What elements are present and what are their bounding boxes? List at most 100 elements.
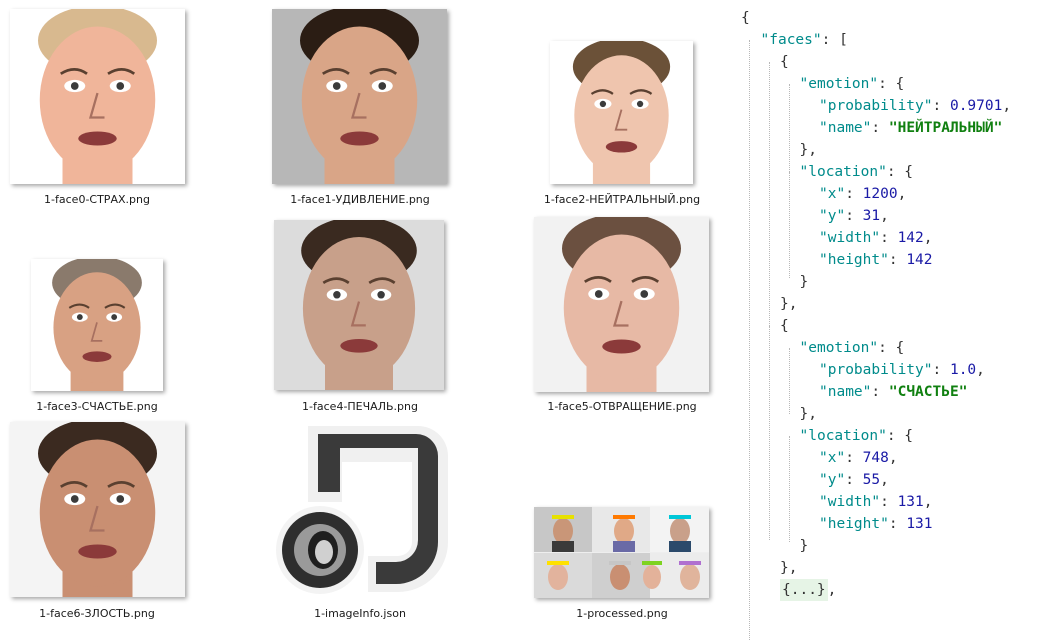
json-token: } <box>799 274 809 290</box>
json-line: { <box>741 7 750 29</box>
json-token: 142 <box>906 252 933 268</box>
json-token: }, <box>780 296 798 312</box>
json-token: : <box>888 252 907 268</box>
json-token: : <box>880 230 898 246</box>
json-line: "height": 142 <box>819 249 933 271</box>
face-thumbnail <box>274 220 444 390</box>
file-name: 1-face3-СЧАСТЬЕ.png <box>36 400 158 413</box>
json-token: "y" <box>819 208 846 224</box>
file-item[interactable] <box>534 507 709 598</box>
json-line: "emotion": { <box>800 337 905 359</box>
json-line: }, <box>780 293 797 315</box>
json-token: "location" <box>799 428 887 444</box>
json-token: 31 <box>862 208 881 224</box>
collapsed-object-toggle[interactable]: {...} <box>780 579 828 601</box>
file-item[interactable] <box>31 259 163 391</box>
json-line: }, <box>780 557 797 579</box>
json-line: }, <box>800 403 817 425</box>
json-token: "width" <box>819 230 881 246</box>
json-token: "width" <box>819 494 881 510</box>
json-token: : { <box>886 428 914 444</box>
json-token: : <box>880 494 898 510</box>
json-line: "x": 748, <box>819 447 898 469</box>
json-token: 131 <box>897 494 924 510</box>
json-token: 142 <box>897 230 924 246</box>
json-token: "name" <box>819 120 872 136</box>
file-name: 1-face2-НЕЙТРАЛЬНЫЙ.png <box>543 193 701 206</box>
json-token: "y" <box>819 472 846 488</box>
json-line: "location": { <box>800 425 914 447</box>
json-line: "location": { <box>800 161 914 183</box>
indent-guide <box>769 326 770 540</box>
file-item[interactable] <box>550 41 693 184</box>
json-token: 55 <box>862 472 881 488</box>
json-token: "emotion" <box>799 340 879 356</box>
file-item[interactable] <box>268 422 458 600</box>
json-token: "СЧАСТЬЕ" <box>888 384 968 400</box>
json-line: "x": 1200, <box>819 183 906 205</box>
json-token: "probability" <box>819 362 933 378</box>
face-thumbnail <box>534 217 709 392</box>
json-token: : { <box>886 164 914 180</box>
json-token: "location" <box>799 164 887 180</box>
json-token: "probability" <box>819 98 933 114</box>
json-token: "name" <box>819 384 872 400</box>
json-token: : <box>845 450 863 466</box>
indent-guide <box>769 62 770 330</box>
json-file-icon <box>268 422 458 600</box>
json-token: }, <box>799 142 817 158</box>
json-line: "name": "НЕЙТРАЛЬНЫЙ" <box>819 117 1002 139</box>
file-item[interactable] <box>534 217 709 392</box>
indent-guide <box>749 40 750 640</box>
json-token: "faces" <box>760 32 822 48</box>
indent-guide <box>789 436 790 542</box>
json-token: , <box>897 186 907 202</box>
json-line: } <box>800 535 809 557</box>
json-line: "y": 31, <box>819 205 889 227</box>
json-token: "emotion" <box>799 76 879 92</box>
json-token: { <box>780 54 789 70</box>
json-token: : <box>932 362 950 378</box>
json-token: 748 <box>862 450 889 466</box>
json-line: "width": 142, <box>819 227 933 249</box>
json-line: { <box>780 51 789 73</box>
json-token: "x" <box>819 450 846 466</box>
json-viewer: {"faces": [{"emotion": {"probability": 0… <box>725 0 1045 640</box>
face-thumbnail <box>272 9 447 184</box>
file-item[interactable] <box>272 9 447 184</box>
json-token: "height" <box>819 252 889 268</box>
json-token: : <box>845 472 863 488</box>
json-token: : <box>888 516 907 532</box>
face-thumbnail <box>10 9 185 184</box>
json-token: , <box>888 450 898 466</box>
face-thumbnail <box>550 41 693 184</box>
json-line: }, <box>800 139 817 161</box>
json-line: "probability": 0.9701, <box>819 95 1011 117</box>
json-line: "emotion": { <box>800 73 905 95</box>
file-item[interactable] <box>274 220 444 390</box>
file-item[interactable] <box>10 9 185 184</box>
json-line: "faces": [ <box>761 29 848 51</box>
json-token: } <box>799 538 809 554</box>
json-line: "probability": 1.0, <box>819 359 985 381</box>
indent-guide <box>789 348 790 414</box>
json-token: 1200 <box>862 186 898 202</box>
json-token: }, <box>780 560 798 576</box>
json-token: : <box>871 384 889 400</box>
json-token: : <box>845 186 863 202</box>
json-line: } <box>800 271 809 293</box>
json-token: 1.0 <box>949 362 977 378</box>
json-token: "x" <box>819 186 846 202</box>
json-token: "height" <box>819 516 889 532</box>
file-name: 1-face6-ЗЛОСТЬ.png <box>39 607 155 620</box>
json-line: { <box>780 315 789 337</box>
json-line: "y": 55, <box>819 469 889 491</box>
json-line: "name": "СЧАСТЬЕ" <box>819 381 967 403</box>
indent-guide <box>789 172 790 278</box>
file-item[interactable] <box>10 422 185 597</box>
json-token: , <box>880 472 889 488</box>
json-token: , <box>880 208 889 224</box>
file-name: 1-face1-УДИВЛЕНИЕ.png <box>290 193 430 206</box>
face-thumbnail <box>31 259 163 391</box>
json-token: 0.9701 <box>949 98 1003 114</box>
